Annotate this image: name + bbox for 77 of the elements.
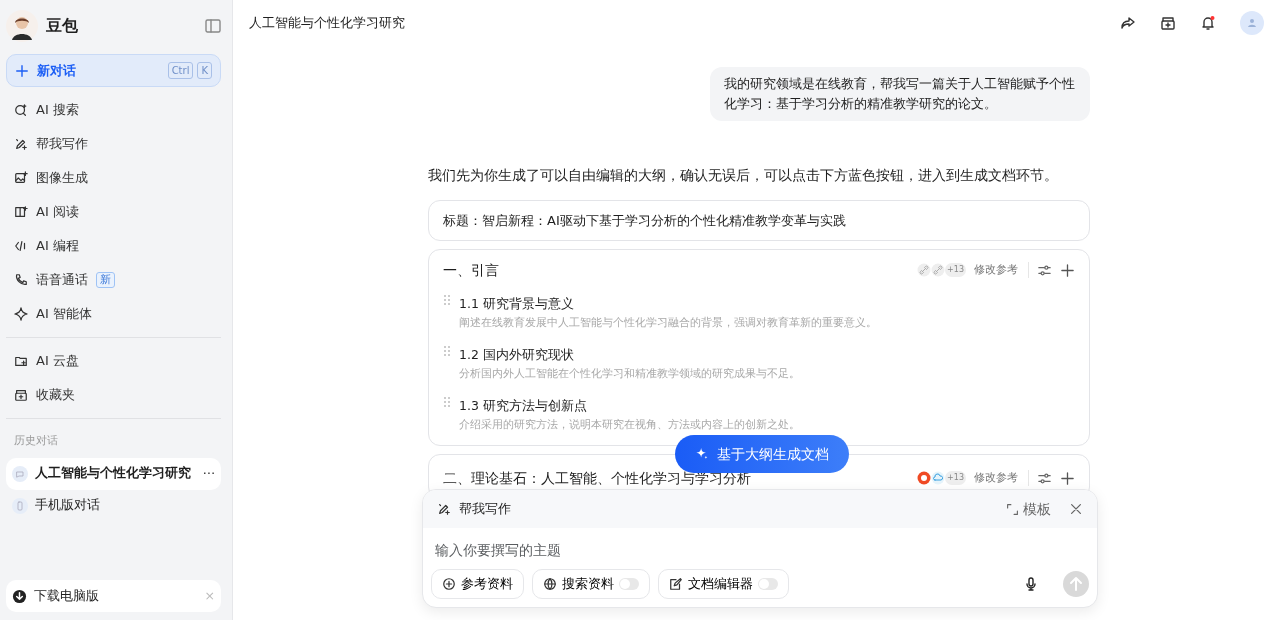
sidebar-item[interactable]: AI 智能体: [6, 297, 221, 331]
user-message: 我的研究领域是在线教育，帮我写一篇关于人工智能赋予个性化学习：基于学习分析的精准教学研究的论文。: [710, 67, 1090, 122]
edit-references-link[interactable]: 修改参考: [974, 261, 1029, 279]
sidebar-item[interactable]: AI 云盘: [6, 344, 221, 378]
more-button[interactable]: ⋯: [202, 464, 215, 483]
sparkle-icon: [14, 307, 28, 321]
download-icon: [12, 588, 27, 604]
box-icon: [14, 388, 28, 402]
topic-input[interactable]: 输入你要撰写的主题: [423, 528, 1097, 569]
sidebar-item[interactable]: AI 阅读: [6, 195, 221, 229]
share-icon[interactable]: [1120, 14, 1136, 31]
search-icon: [14, 103, 28, 117]
microphone-icon[interactable]: [1023, 576, 1039, 592]
subsection-title: 1.2 国内外研究现状: [459, 346, 575, 365]
assistant-message: 我们先为你生成了可以自由编辑的大纲，确认无误后，可以点击下方蓝色按钮，进入到生成文档环节。: [428, 166, 1059, 186]
download-label: 下载电脑版: [34, 586, 99, 605]
phone-icon: [12, 497, 28, 514]
book-icon: [14, 205, 28, 219]
outline-title: 标题：智启新程：AI驱动下基于学习分析的个性化精准教学变革与实践: [443, 211, 847, 230]
drag-handle-icon: [443, 345, 451, 358]
plus-icon: [15, 63, 29, 78]
section-label: 历史对话: [13, 433, 59, 449]
sidebar-item[interactable]: 图像生成: [6, 161, 221, 195]
sidebar-item[interactable]: AI 编程: [6, 229, 221, 263]
source-icon: [917, 471, 932, 486]
phone-icon: [14, 273, 28, 287]
link-icon: [917, 263, 932, 278]
shortcut-key: Ctrl: [167, 62, 194, 79]
sidebar-item[interactable]: 语音通话 新: [6, 263, 221, 297]
avatar-icon: [6, 10, 38, 42]
section-heading: 一、引言: [443, 261, 499, 281]
subsection-description: 阐述在线教育发展中人工智能与个性化学习融合的背景，强调对教育革新的重要意义。: [459, 315, 877, 331]
sparkle-icon: [695, 447, 709, 461]
new-chat-button[interactable]: 新对话 Ctrl K: [6, 54, 221, 87]
toggle-button[interactable]: 搜索资料: [532, 569, 650, 599]
history-item[interactable]: 手机版对话: [6, 489, 221, 522]
reference-button[interactable]: 参考资料: [431, 569, 524, 599]
drag-handle-icon: [443, 396, 451, 409]
composer-panel[interactable]: 帮我写作 模板 输入你要撰写的主题 参考资料 搜索资料 文档编辑器: [422, 489, 1098, 608]
close-icon[interactable]: [1069, 502, 1083, 516]
history-item[interactable]: 人工智能与个性化学习研究 ⋯: [6, 457, 221, 490]
globe-icon: [543, 577, 557, 591]
link-icon: [931, 263, 946, 278]
sidebar-item[interactable]: AI 搜索: [6, 93, 221, 127]
subsection-title: 1.1 研究背景与意义: [459, 295, 575, 314]
pen-icon: [14, 137, 28, 151]
document-edit-icon: [669, 577, 683, 591]
shortcut-key: K: [197, 62, 212, 79]
folder-icon: [14, 354, 28, 368]
pen-icon: [437, 502, 451, 516]
cloud-icon: [931, 471, 946, 486]
sidebar-toggle-icon[interactable]: [205, 18, 221, 34]
bell-icon[interactable]: [1200, 14, 1216, 31]
plus-icon[interactable]: [1060, 262, 1075, 278]
reference-count: +13: [945, 263, 966, 278]
image-icon: [14, 171, 28, 185]
toggle-button[interactable]: 文档编辑器: [658, 569, 789, 599]
app-name: 豆包: [46, 15, 78, 37]
add-circle-icon: [442, 577, 456, 591]
reference-count: +13: [945, 471, 966, 486]
download-bar[interactable]: 下载电脑版 ×: [6, 580, 221, 612]
subsection-description: 介绍采用的研究方法，说明本研究在视角、方法或内容上的创新之处。: [459, 417, 800, 433]
subsection-title: 1.3 研究方法与创新点: [459, 397, 588, 416]
subsection-description: 分析国内外人工智能在个性化学习和精准教学领域的研究成果与不足。: [459, 366, 800, 382]
code-icon: [14, 239, 28, 253]
box-icon[interactable]: [1160, 14, 1176, 31]
new-badge: 新: [96, 272, 115, 288]
composer-mode-label: 帮我写作: [459, 500, 511, 519]
sidebar-item[interactable]: 收藏夹: [6, 378, 221, 412]
conversation-title: 人工智能与个性化学习研究: [249, 13, 405, 32]
plus-icon[interactable]: [1060, 470, 1075, 486]
sidebar-item[interactable]: 帮我写作: [6, 127, 221, 161]
edit-references-link[interactable]: 修改参考: [974, 469, 1029, 487]
expand-icon: [1006, 502, 1019, 516]
chat-bubble-icon: [12, 465, 28, 482]
drag-handle-icon: [443, 294, 451, 307]
template-button[interactable]: 模板: [1006, 498, 1051, 520]
